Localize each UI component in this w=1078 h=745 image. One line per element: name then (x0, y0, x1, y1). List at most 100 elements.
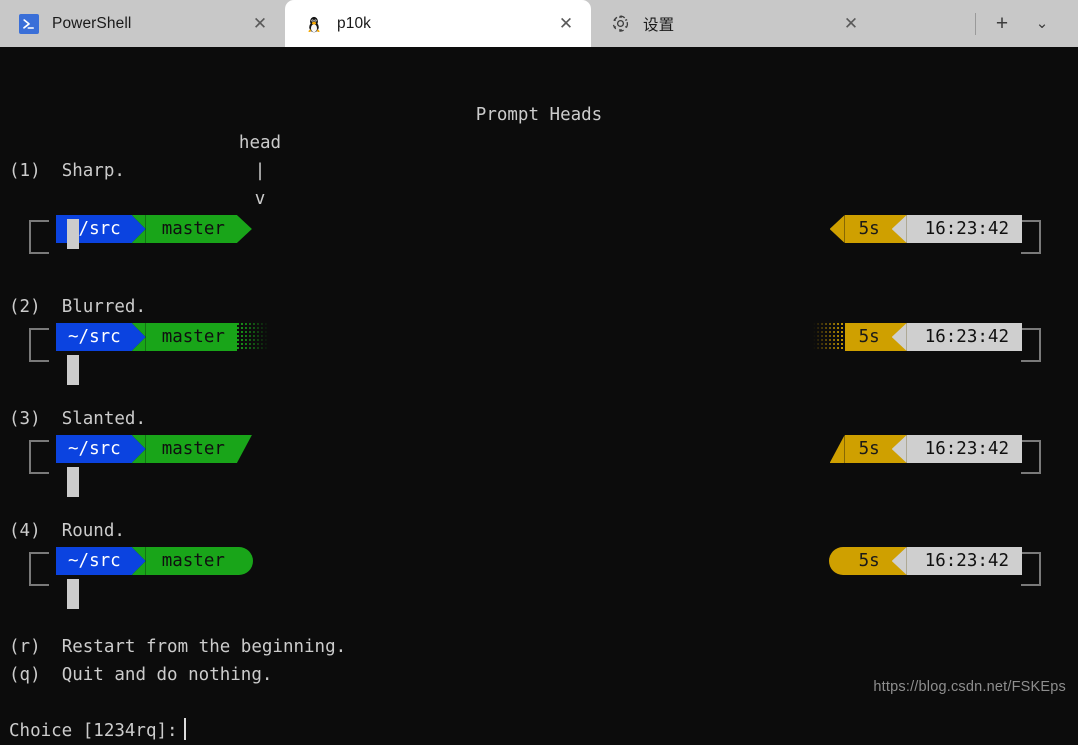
prompt-preview-row: ~/src master 5s 16:23:42 (0, 215, 1078, 243)
option-name: Sharp. (62, 161, 125, 181)
duration-segment: 5s (845, 323, 892, 351)
option-sharp[interactable]: (1) Sharp. ~/src master 5s 16:23:42 (0, 157, 1078, 243)
choice-input-line[interactable]: Choice [1234rq]: (0, 717, 186, 745)
prompt-head-shape (237, 323, 269, 351)
right-prompt: 5s 16:23:42 (830, 435, 1022, 463)
cursor-block (67, 579, 79, 609)
tab-close-button[interactable]: ✕ (549, 9, 583, 39)
cursor-block (67, 219, 79, 249)
frame-left-bracket (29, 552, 49, 586)
new-tab-button[interactable]: + (982, 8, 1022, 40)
tab-close-button[interactable]: ✕ (834, 9, 868, 39)
git-branch-segment: master (146, 215, 237, 243)
action-label: Quit and do nothing. (62, 665, 273, 685)
separator-icon (892, 435, 907, 463)
separator-icon (132, 323, 146, 351)
tux-penguin-icon (303, 13, 325, 35)
choice-prompt-label: Choice [1234rq]: (9, 721, 178, 741)
prompt-head-shape (237, 215, 252, 243)
tab-settings[interactable]: 设置 ✕ (591, 0, 876, 47)
tab-close-button[interactable]: ✕ (243, 9, 277, 39)
prompt-preview-row: ~/src master 5s 16:23:42 (0, 435, 1078, 463)
prompt-tail-shape (830, 435, 845, 463)
text-cursor (184, 718, 186, 740)
left-prompt: ~/src master (56, 215, 252, 243)
time-segment: 16:23:42 (907, 215, 1022, 243)
prompt-preview-row: ~/src master 5s 16:23:42 (0, 323, 1078, 351)
option-key: (4) (9, 521, 41, 541)
separator-icon (892, 547, 907, 575)
tab-powershell[interactable]: PowerShell ✕ (0, 0, 285, 47)
time-segment: 16:23:42 (907, 435, 1022, 463)
directory-segment: ~/src (56, 435, 132, 463)
directory-segment: ~/src (56, 323, 132, 351)
time-segment: 16:23:42 (907, 547, 1022, 575)
terminal-screen[interactable]: Prompt Heads head | v (1) Sharp. ~/src m… (0, 47, 1078, 709)
gear-icon (609, 13, 631, 35)
prompt-tail-shape (829, 547, 845, 575)
prompt-preview-row: ~/src master 5s 16:23:42 (0, 547, 1078, 575)
duration-segment: 5s (845, 215, 892, 243)
option-key: (2) (9, 297, 41, 317)
option-name: Blurred. (62, 297, 146, 317)
prompt-tail-shape (813, 323, 845, 351)
option-round[interactable]: (4) Round. ~/src master 5s 16:23:42 (0, 517, 1078, 575)
tab-bar: PowerShell ✕ p10k ✕ (0, 0, 1078, 47)
option-key: (3) (9, 409, 41, 429)
action-label: Restart from the beginning. (62, 637, 346, 657)
tab-title: PowerShell (52, 15, 131, 33)
frame-left-bracket (29, 328, 49, 362)
prompt-head-shape (237, 547, 253, 575)
frame-right-bracket (1021, 328, 1041, 362)
git-branch-segment: master (146, 323, 237, 351)
tab-title: p10k (337, 15, 371, 33)
left-prompt: ~/src master (56, 323, 269, 351)
option-name: Slanted. (62, 409, 146, 429)
frame-left-bracket (29, 220, 49, 254)
left-prompt: ~/src master (56, 435, 252, 463)
separator-icon (132, 435, 146, 463)
option-label: (3) Slanted. (0, 405, 1078, 433)
right-prompt: 5s 16:23:42 (829, 547, 1022, 575)
tab-title: 设置 (643, 13, 674, 35)
left-prompt: ~/src master (56, 547, 253, 575)
right-prompt: 5s 16:23:42 (830, 215, 1022, 243)
frame-right-bracket (1021, 220, 1041, 254)
action-restart[interactable]: (r) Restart from the beginning. (0, 633, 346, 661)
separator-icon (892, 323, 907, 351)
time-segment: 16:23:42 (907, 323, 1022, 351)
option-slanted[interactable]: (3) Slanted. ~/src master 5s 16:23:42 (0, 405, 1078, 463)
frame-right-bracket (1021, 552, 1041, 586)
powershell-icon (18, 13, 40, 35)
option-label: (2) Blurred. (0, 293, 1078, 321)
right-prompt: 5s 16:23:42 (813, 323, 1022, 351)
tab-p10k[interactable]: p10k ✕ (285, 0, 591, 47)
watermark: https://blog.csdn.net/FSKEps (873, 673, 1066, 701)
action-key: (q) (9, 665, 41, 685)
action-key: (r) (9, 637, 41, 657)
cursor-block (67, 355, 79, 385)
option-name: Round. (62, 521, 125, 541)
option-label: (1) Sharp. (0, 157, 1078, 185)
head-annotation-label: head (233, 129, 287, 157)
option-key: (1) (9, 161, 41, 181)
action-quit[interactable]: (q) Quit and do nothing. (0, 661, 272, 689)
chevron-down-icon[interactable]: ⌄ (1022, 8, 1062, 40)
prompt-tail-shape (830, 215, 845, 243)
separator-icon (132, 215, 146, 243)
git-branch-segment: master (146, 547, 237, 575)
frame-left-bracket (29, 440, 49, 474)
option-blurred[interactable]: (2) Blurred. ~/src master 5s 16:23:42 (0, 293, 1078, 351)
separator-icon (132, 547, 146, 575)
frame-right-bracket (1021, 440, 1041, 474)
duration-segment: 5s (845, 547, 892, 575)
cursor-block (67, 467, 79, 497)
duration-segment: 5s (845, 435, 892, 463)
git-branch-segment: master (146, 435, 237, 463)
directory-segment: ~/src (56, 547, 132, 575)
page-title: Prompt Heads (0, 101, 1078, 129)
window-tab-controls: + ⌄ (969, 0, 1078, 47)
option-label: (4) Round. (0, 517, 1078, 545)
separator-icon (892, 215, 907, 243)
prompt-head-shape (237, 435, 252, 463)
